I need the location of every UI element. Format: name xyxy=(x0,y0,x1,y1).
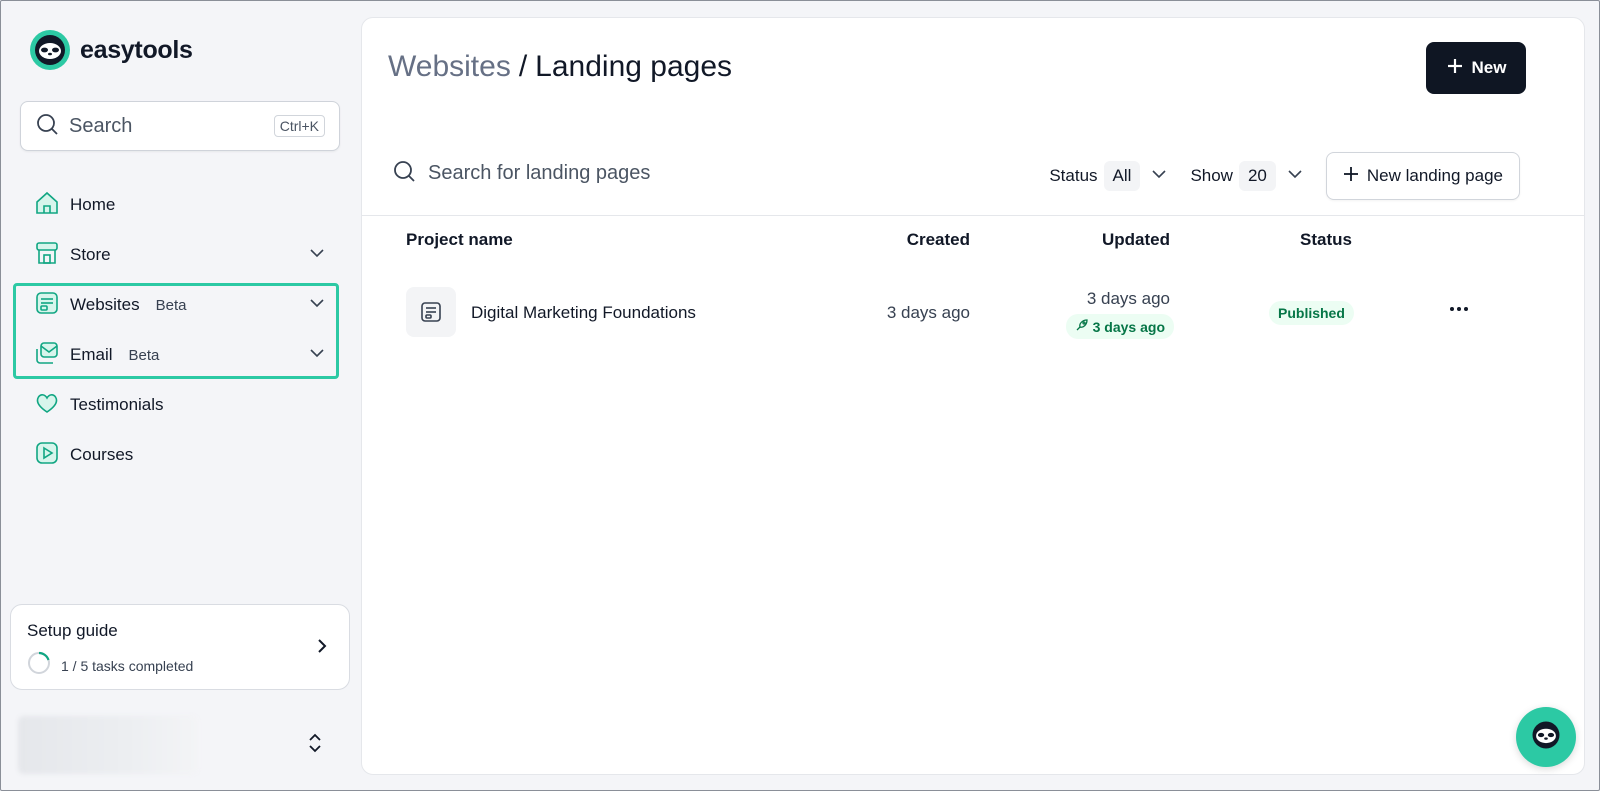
column-updated[interactable]: Updated xyxy=(1102,230,1170,250)
sloth-logo-icon xyxy=(30,30,70,70)
store-icon xyxy=(34,240,60,271)
progress-ring-icon xyxy=(27,651,51,680)
play-icon xyxy=(34,440,60,471)
beta-badge: Beta xyxy=(128,346,160,364)
show-filter-value: 20 xyxy=(1238,161,1276,191)
chevron-up-down-icon[interactable] xyxy=(306,731,324,760)
chat-button[interactable] xyxy=(1516,707,1576,767)
status-filter[interactable]: Status All xyxy=(1049,161,1168,191)
status-filter-label: Status xyxy=(1049,166,1098,185)
websites-icon xyxy=(34,290,60,321)
setup-guide-title: Setup guide xyxy=(27,621,118,640)
column-created[interactable]: Created xyxy=(907,230,970,250)
rocket-icon xyxy=(1075,318,1089,335)
sidebar-item-testimonials[interactable]: Testimonials xyxy=(20,380,340,430)
landing-page-search[interactable]: Search for landing pages xyxy=(392,159,650,188)
breadcrumb-parent[interactable]: Websites xyxy=(388,50,511,83)
plus-icon xyxy=(1343,166,1359,187)
status-filter-value: All xyxy=(1103,161,1141,191)
show-filter-label: Show xyxy=(1190,166,1233,185)
heart-icon xyxy=(34,390,60,421)
table-header: Project name Created Updated Status xyxy=(362,218,1584,262)
new-button[interactable]: New xyxy=(1426,42,1526,94)
sidebar-item-courses[interactable]: Courses xyxy=(20,430,340,480)
search-placeholder: Search xyxy=(69,114,133,137)
account-switcher[interactable] xyxy=(18,716,340,774)
home-icon xyxy=(34,190,60,221)
search-icon xyxy=(35,112,59,141)
sidebar-item-home[interactable]: Home xyxy=(20,180,340,230)
landing-page-search-placeholder: Search for landing pages xyxy=(428,162,651,184)
search-icon xyxy=(392,159,416,188)
published-date: 3 days ago xyxy=(1092,318,1165,335)
breadcrumb-separator: / xyxy=(518,50,528,83)
column-project-name[interactable]: Project name xyxy=(406,230,513,250)
sidebar-item-label: Email xyxy=(70,345,113,364)
created-date: 3 days ago xyxy=(886,303,970,322)
plus-icon xyxy=(1446,57,1464,80)
setup-guide-tasks: 1 / 5 tasks completed xyxy=(61,657,194,674)
search-shortcut: Ctrl+K xyxy=(273,115,325,137)
landing-page-icon xyxy=(406,287,456,337)
page-title: Landing pages xyxy=(535,50,733,83)
new-button-label: New xyxy=(1471,58,1507,77)
table-row[interactable]: Digital Marketing Foundations 3 days ago… xyxy=(362,263,1584,339)
chevron-down-icon[interactable] xyxy=(308,344,326,367)
sidebar-item-websites[interactable]: Websites Beta xyxy=(20,280,340,330)
avatar xyxy=(18,716,198,774)
sidebar-nav: Home Store Websites Beta Email Beta Test… xyxy=(20,180,340,480)
sidebar-item-label: Home xyxy=(70,195,116,214)
new-landing-page-label: New landing page xyxy=(1366,166,1503,185)
chevron-down-icon xyxy=(1286,165,1304,188)
sidebar-item-email[interactable]: Email Beta xyxy=(20,330,340,380)
setup-guide-card[interactable]: Setup guide 1 / 5 tasks completed xyxy=(10,604,350,690)
chevron-down-icon xyxy=(1150,165,1168,188)
published-date-chip: 3 days ago xyxy=(1065,314,1174,339)
sidebar-item-label: Websites xyxy=(70,295,140,314)
chevron-down-icon[interactable] xyxy=(308,294,326,317)
sidebar-item-label: Store xyxy=(70,245,111,264)
brand-logo[interactable]: easytools xyxy=(30,30,193,70)
breadcrumb: Websites / Landing pages xyxy=(388,50,732,84)
email-icon xyxy=(34,340,60,371)
filters: Status All Show 20 New landing page xyxy=(1049,152,1520,200)
sidebar: easytools Search Ctrl+K Home Store Websi… xyxy=(0,0,360,791)
updated-date: 3 days ago xyxy=(1086,289,1170,308)
show-filter[interactable]: Show 20 xyxy=(1190,161,1303,191)
status-badge: Published xyxy=(1269,301,1354,325)
sidebar-item-label: Courses xyxy=(70,445,134,464)
main-panel: Websites / Landing pages New Search for la… xyxy=(361,17,1585,775)
table-toolbar: Search for landing pages Status All Show… xyxy=(362,134,1584,216)
sidebar-item-label: Testimonials xyxy=(70,395,164,414)
column-status[interactable]: Status xyxy=(1300,230,1352,250)
project-name[interactable]: Digital Marketing Foundations xyxy=(471,303,696,323)
new-landing-page-button[interactable]: New landing page xyxy=(1325,152,1520,200)
brand-name: easytools xyxy=(80,35,193,64)
sidebar-item-store[interactable]: Store xyxy=(20,230,340,280)
sidebar-search[interactable]: Search Ctrl+K xyxy=(20,101,340,151)
beta-badge: Beta xyxy=(155,296,187,314)
chevron-right-icon[interactable] xyxy=(313,637,331,660)
sloth-chat-icon xyxy=(1528,717,1564,758)
more-options-icon[interactable] xyxy=(1444,297,1474,321)
chevron-down-icon[interactable] xyxy=(308,244,326,267)
